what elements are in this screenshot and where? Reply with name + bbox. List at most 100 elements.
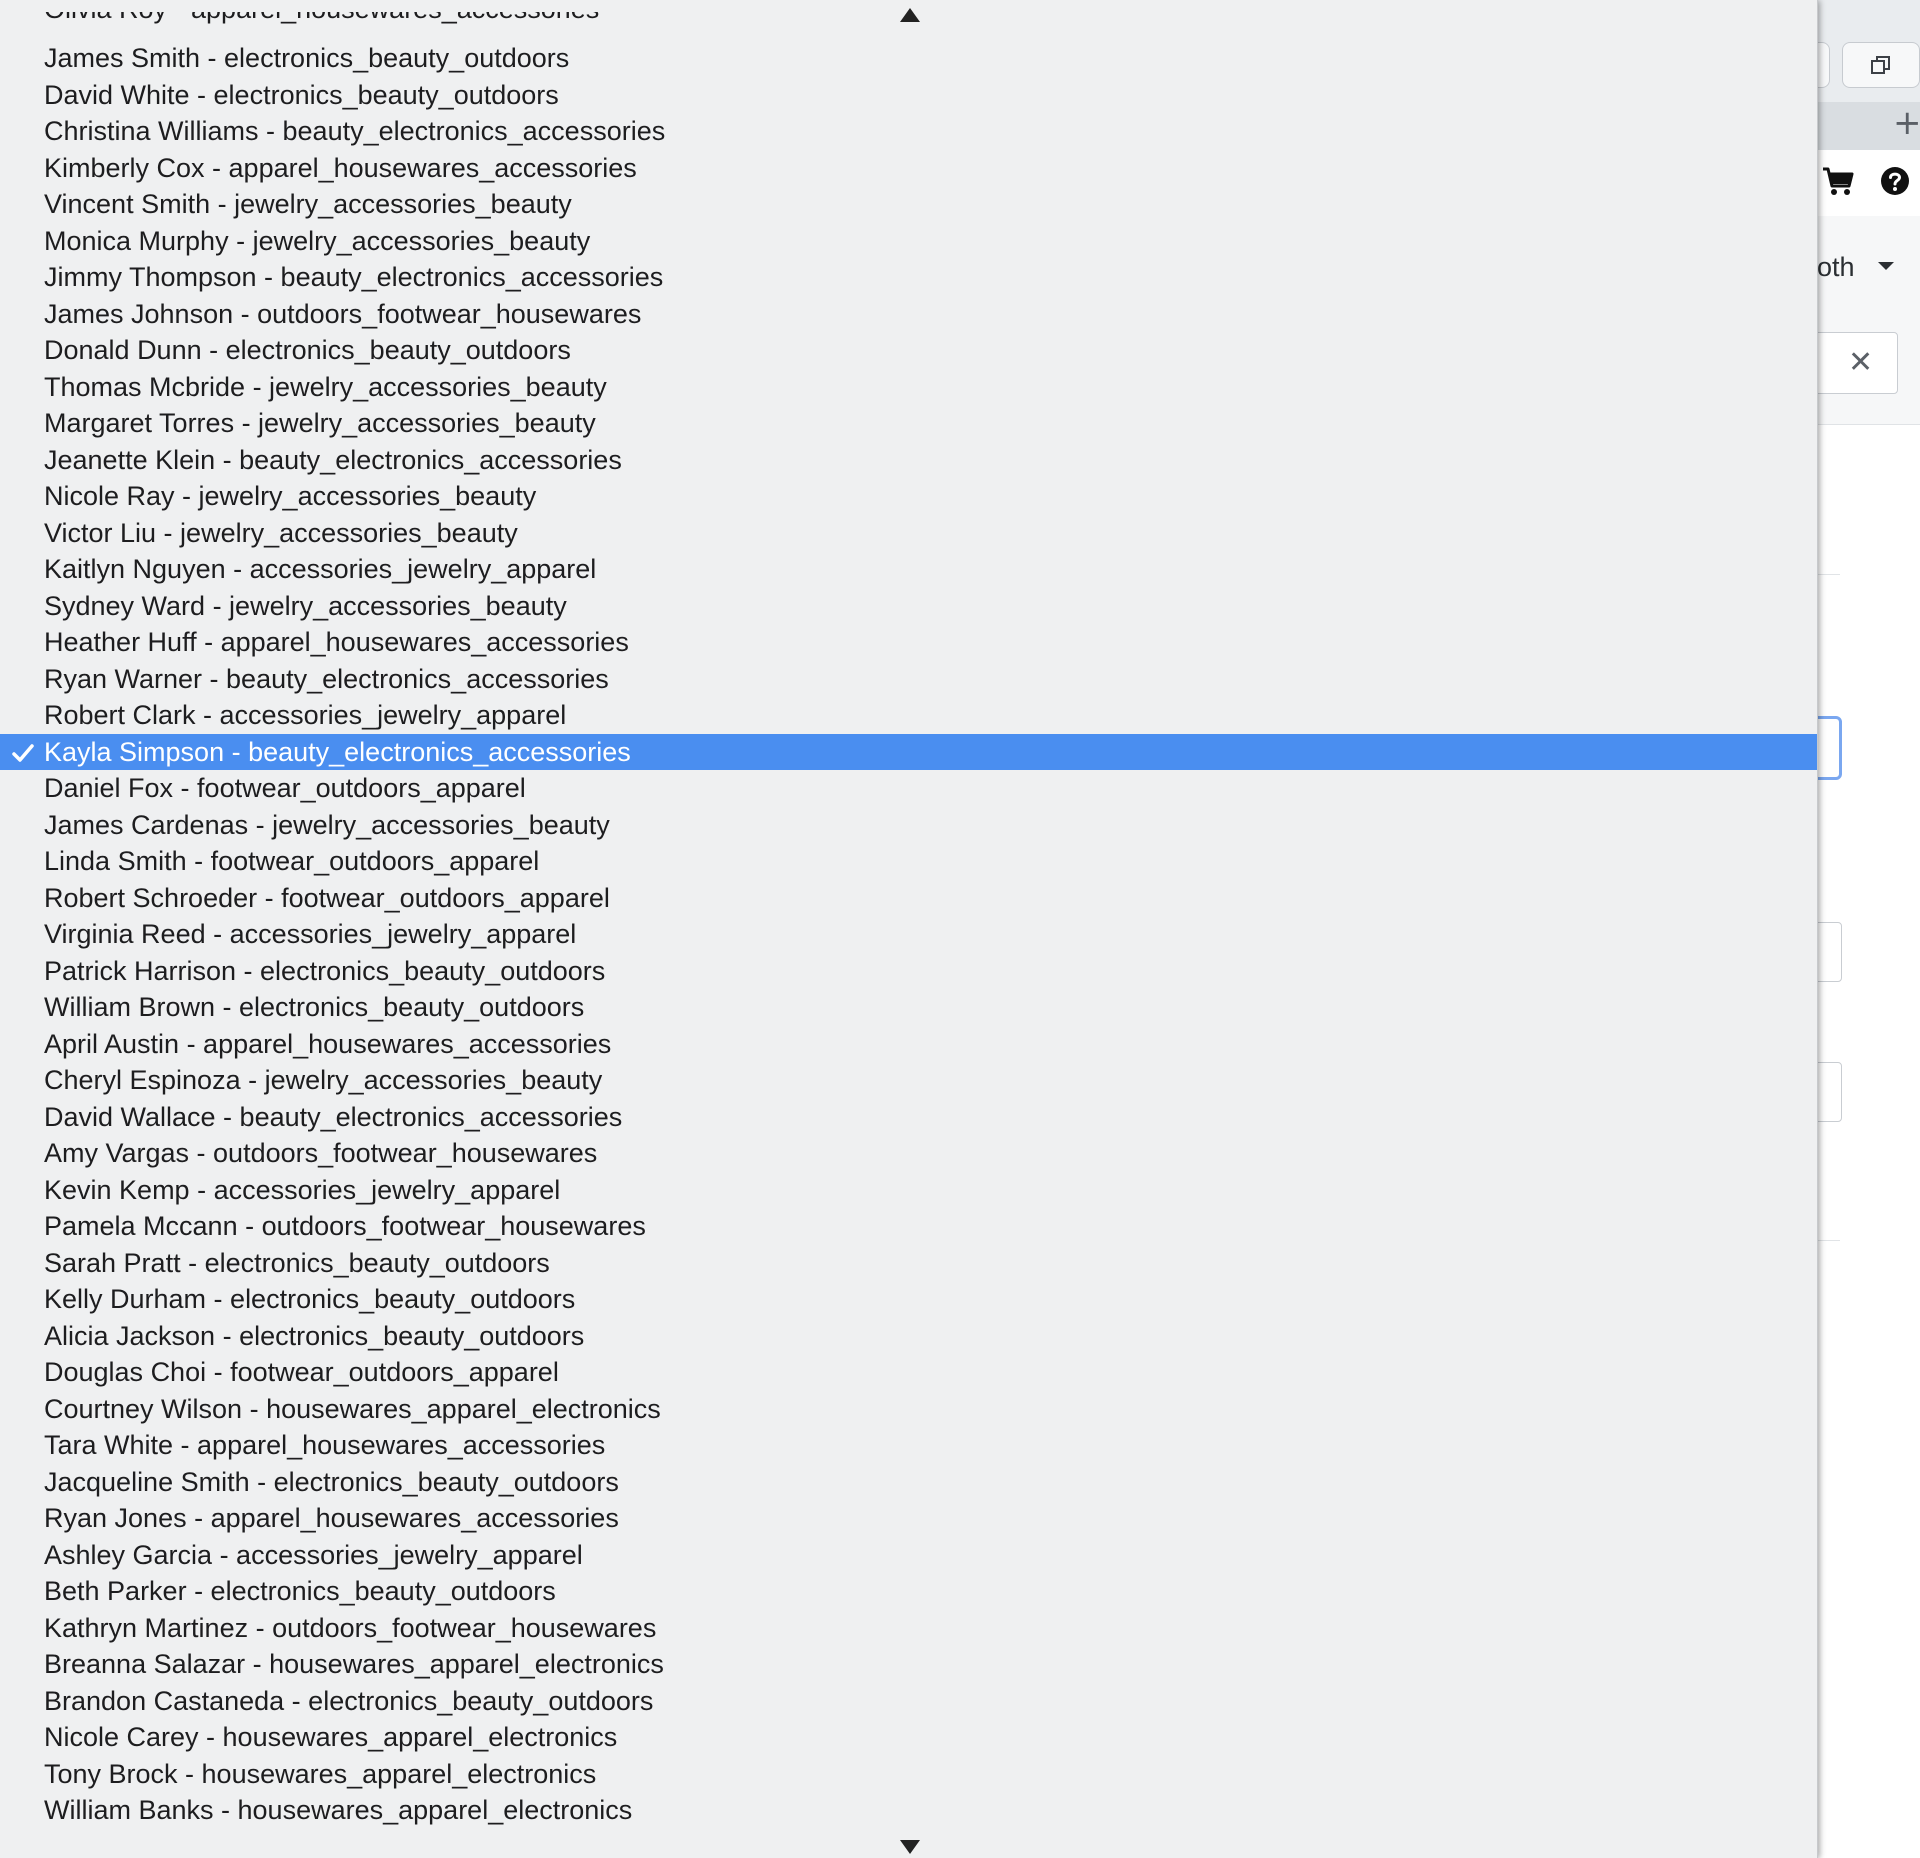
- option-label: Kayla Simpson - beauty_electronics_acces…: [44, 736, 631, 767]
- list-item[interactable]: Cheryl Espinoza - jewelry_accessories_be…: [0, 1062, 1817, 1099]
- option-label: Alicia Jackson - electronics_beauty_outd…: [44, 1320, 585, 1351]
- list-item[interactable]: Virginia Reed - accessories_jewelry_appa…: [0, 916, 1817, 953]
- list-item[interactable]: Ryan Warner - beauty_electronics_accesso…: [0, 661, 1817, 698]
- list-item[interactable]: William Banks - housewares_apparel_elect…: [0, 1792, 1817, 1829]
- list-item[interactable]: Tara White - apparel_housewares_accessor…: [0, 1427, 1817, 1464]
- list-item[interactable]: Margaret Torres - jewelry_accessories_be…: [0, 405, 1817, 442]
- option-label: Linda Smith - footwear_outdoors_apparel: [44, 846, 540, 876]
- selected-option[interactable]: Kayla Simpson - beauty_electronics_acces…: [0, 733, 1817, 770]
- option-label: David Wallace - beauty_electronics_acces…: [44, 1101, 623, 1132]
- partial-option-label: Olivia Roy - apparel_housewares_accessor…: [44, 12, 599, 25]
- option-label: Jacqueline Smith - electronics_beauty_ou…: [44, 1466, 619, 1497]
- list-item[interactable]: Jacqueline Smith - electronics_beauty_ou…: [0, 1464, 1817, 1501]
- list-item[interactable]: Heather Huff - apparel_housewares_access…: [0, 624, 1817, 661]
- list-item[interactable]: Christina Williams - beauty_electronics_…: [0, 113, 1817, 150]
- list-item[interactable]: Victor Liu - jewelry_accessories_beauty: [0, 515, 1817, 552]
- option-label: Victor Liu - jewelry_accessories_beauty: [44, 517, 518, 548]
- option-label: James Cardenas - jewelry_accessories_bea…: [44, 809, 610, 840]
- triangle-up-icon[interactable]: [900, 8, 920, 22]
- new-tab-plus-icon[interactable]: +: [1893, 106, 1920, 140]
- list-item[interactable]: Kelly Durham - electronics_beauty_outdoo…: [0, 1281, 1817, 1318]
- option-label: William Banks - housewares_apparel_elect…: [44, 1795, 633, 1825]
- option-label: Vincent Smith - jewelry_accessories_beau…: [44, 189, 572, 219]
- list-item[interactable]: April Austin - apparel_housewares_access…: [0, 1026, 1817, 1063]
- list-item[interactable]: Courtney Wilson - housewares_apparel_ele…: [0, 1391, 1817, 1428]
- option-label: Douglas Choi - footwear_outdoors_apparel: [44, 1357, 559, 1387]
- list-item[interactable]: Tony Brock - housewares_apparel_electron…: [0, 1756, 1817, 1793]
- list-item[interactable]: James Smith - electronics_beauty_outdoor…: [0, 40, 1817, 77]
- list-item[interactable]: Linda Smith - footwear_outdoors_apparel: [0, 843, 1817, 880]
- list-item[interactable]: Daniel Fox - footwear_outdoors_apparel: [0, 770, 1817, 807]
- option-label: Courtney Wilson - housewares_apparel_ele…: [44, 1393, 661, 1424]
- partial-option[interactable]: Olivia Roy - apparel_housewares_accessor…: [44, 12, 644, 32]
- option-label: Sydney Ward - jewelry_accessories_beauty: [44, 590, 567, 621]
- list-item[interactable]: David White - electronics_beauty_outdoor…: [0, 77, 1817, 114]
- list-item[interactable]: Nicole Carey - housewares_apparel_electr…: [0, 1719, 1817, 1756]
- option-label: Cheryl Espinoza - jewelry_accessories_be…: [44, 1065, 603, 1095]
- option-label: James Smith - electronics_beauty_outdoor…: [44, 43, 570, 73]
- chevron-down-icon: [1878, 262, 1894, 270]
- option-label: Jeanette Klein - beauty_electronics_acce…: [44, 444, 622, 475]
- list-item[interactable]: Kathryn Martinez - outdoors_footwear_hou…: [0, 1610, 1817, 1647]
- list-item[interactable]: Patrick Harrison - electronics_beauty_ou…: [0, 953, 1817, 990]
- triangle-down-icon[interactable]: [900, 1840, 920, 1854]
- list-item[interactable]: William Brown - electronics_beauty_outdo…: [0, 989, 1817, 1026]
- customer-select-dropdown[interactable]: Olivia Roy - apparel_housewares_accessor…: [0, 0, 1818, 1858]
- option-label: Virginia Reed - accessories_jewelry_appa…: [44, 919, 577, 949]
- list-item[interactable]: Kimberly Cox - apparel_housewares_access…: [0, 150, 1817, 187]
- option-label: David White - electronics_beauty_outdoor…: [44, 79, 559, 110]
- help-icon[interactable]: [1880, 166, 1910, 196]
- list-item[interactable]: David Wallace - beauty_electronics_acces…: [0, 1099, 1817, 1136]
- list-item[interactable]: Alicia Jackson - electronics_beauty_outd…: [0, 1318, 1817, 1355]
- list-item[interactable]: Beth Parker - electronics_beauty_outdoor…: [0, 1573, 1817, 1610]
- option-label: Beth Parker - electronics_beauty_outdoor…: [44, 1576, 556, 1606]
- option-label: Christina Williams - beauty_electronics_…: [44, 116, 666, 146]
- list-item[interactable]: Kevin Kemp - accessories_jewelry_apparel: [0, 1172, 1817, 1209]
- option-label: Robert Schroeder - footwear_outdoors_app…: [44, 882, 610, 913]
- option-label: Ryan Jones - apparel_housewares_accessor…: [44, 1503, 619, 1533]
- list-item[interactable]: James Johnson - outdoors_footwear_housew…: [0, 296, 1817, 333]
- list-item[interactable]: Ashley Garcia - accessories_jewelry_appa…: [0, 1537, 1817, 1574]
- option-label: James Johnson - outdoors_footwear_housew…: [44, 298, 642, 329]
- option-label: Kimberly Cox - apparel_housewares_access…: [44, 152, 637, 183]
- option-label: William Brown - electronics_beauty_outdo…: [44, 992, 585, 1022]
- option-label: Brandon Castaneda - electronics_beauty_o…: [44, 1685, 654, 1716]
- list-item[interactable]: Jimmy Thompson - beauty_electronics_acce…: [0, 259, 1817, 296]
- list-item[interactable]: James Cardenas - jewelry_accessories_bea…: [0, 807, 1817, 844]
- list-item[interactable]: Ryan Jones - apparel_housewares_accessor…: [0, 1500, 1817, 1537]
- list-item[interactable]: Donald Dunn - electronics_beauty_outdoor…: [0, 332, 1817, 369]
- checkmark-icon: [12, 743, 34, 762]
- close-icon[interactable]: ✕: [1848, 348, 1878, 378]
- list-item[interactable]: Jeanette Klein - beauty_electronics_acce…: [0, 442, 1817, 479]
- list-item[interactable]: Thomas Mcbride - jewelry_accessories_bea…: [0, 369, 1817, 406]
- option-label: Patrick Harrison - electronics_beauty_ou…: [44, 955, 606, 986]
- option-label: April Austin - apparel_housewares_access…: [44, 1028, 612, 1059]
- option-label: Daniel Fox - footwear_outdoors_apparel: [44, 773, 526, 803]
- option-label: Donald Dunn - electronics_beauty_outdoor…: [44, 335, 571, 365]
- option-label: Monica Murphy - jewelry_accessories_beau…: [44, 225, 591, 256]
- restore-window-icon: [1871, 56, 1890, 74]
- list-item[interactable]: Sydney Ward - jewelry_accessories_beauty: [0, 588, 1817, 625]
- list-item[interactable]: Breanna Salazar - housewares_apparel_ele…: [0, 1646, 1817, 1683]
- option-label: Kelly Durham - electronics_beauty_outdoo…: [44, 1284, 576, 1314]
- option-label: Kaitlyn Nguyen - accessories_jewelry_app…: [44, 554, 597, 584]
- list-item[interactable]: Pamela Mccann - outdoors_footwear_housew…: [0, 1208, 1817, 1245]
- list-item[interactable]: Nicole Ray - jewelry_accessories_beauty: [0, 478, 1817, 515]
- list-item[interactable]: Sarah Pratt - electronics_beauty_outdoor…: [0, 1245, 1817, 1282]
- list-item[interactable]: Monica Murphy - jewelry_accessories_beau…: [0, 223, 1817, 260]
- option-label: Nicole Ray - jewelry_accessories_beauty: [44, 481, 537, 511]
- option-label: Tony Brock - housewares_apparel_electron…: [44, 1758, 597, 1789]
- option-label: Kevin Kemp - accessories_jewelry_apparel: [44, 1174, 561, 1205]
- list-item[interactable]: Robert Schroeder - footwear_outdoors_app…: [0, 880, 1817, 917]
- list-item[interactable]: Douglas Choi - footwear_outdoors_apparel: [0, 1354, 1817, 1391]
- list-item[interactable]: Robert Clark - accessories_jewelry_appar…: [0, 697, 1817, 734]
- list-item[interactable]: Vincent Smith - jewelry_accessories_beau…: [0, 186, 1817, 223]
- option-label: Jimmy Thompson - beauty_electronics_acce…: [44, 262, 664, 292]
- list-item[interactable]: Brandon Castaneda - electronics_beauty_o…: [0, 1683, 1817, 1720]
- list-item[interactable]: Amy Vargas - outdoors_footwear_houseware…: [0, 1135, 1817, 1172]
- shopping-cart-icon[interactable]: [1822, 166, 1854, 196]
- option-label: Pamela Mccann - outdoors_footwear_housew…: [44, 1211, 646, 1241]
- option-label: Robert Clark - accessories_jewelry_appar…: [44, 700, 567, 730]
- list-item[interactable]: Kaitlyn Nguyen - accessories_jewelry_app…: [0, 551, 1817, 588]
- option-label: Nicole Carey - housewares_apparel_electr…: [44, 1722, 618, 1752]
